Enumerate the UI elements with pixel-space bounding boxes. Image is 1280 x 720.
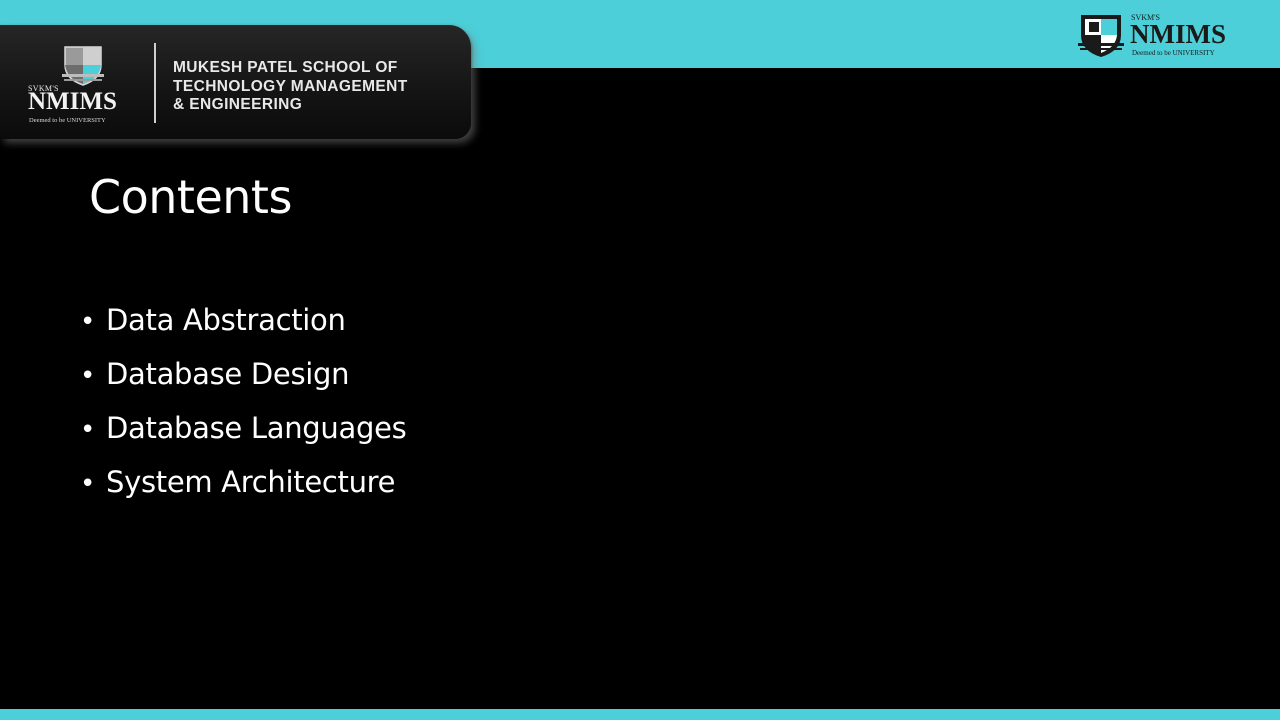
- bullet-text: Database Design: [106, 357, 350, 391]
- bullet-item: • System Architecture: [80, 460, 406, 514]
- corner-logo-wordmark: NMIMS: [1130, 19, 1226, 49]
- school-name-line: & ENGINEERING: [173, 96, 303, 113]
- bullet-text: Data Abstraction: [106, 303, 346, 337]
- bullet-dot-icon: •: [80, 307, 96, 337]
- corner-logo-tagline: Deemed to be UNIVERSITY: [1132, 49, 1215, 57]
- bullet-dot-icon: •: [80, 469, 96, 499]
- nmims-shield-emblem-icon: [62, 46, 104, 86]
- slide: SVKM'S NMIMS Deemed to be UNIVERSITY MUK…: [0, 0, 1280, 720]
- corner-nmims-logo: SVKM'S NMIMS Deemed to be UNIVERSITY: [1075, 11, 1245, 61]
- bullet-dot-icon: •: [80, 361, 96, 391]
- header-divider: [154, 43, 156, 123]
- bullet-item: • Database Design: [80, 352, 406, 406]
- bullet-item: • Database Languages: [80, 406, 407, 460]
- bullet-dot-icon: •: [80, 415, 96, 445]
- nmims-logo: SVKM'S NMIMS Deemed to be UNIVERSITY: [25, 41, 143, 127]
- school-name-line: TECHNOLOGY MANAGEMENT: [173, 77, 408, 95]
- school-header-panel: SVKM'S NMIMS Deemed to be UNIVERSITY MUK…: [0, 25, 471, 139]
- bullet-text: System Architecture: [106, 465, 396, 499]
- slide-title: Contents: [89, 170, 292, 224]
- school-name-line: MUKESH PATEL SCHOOL OF: [173, 59, 398, 76]
- school-name: MUKESH PATEL SCHOOL OF TECHNOLOGY MANAGE…: [173, 59, 408, 115]
- bottom-accent-band: [0, 709, 1280, 720]
- bullet-item: • Data Abstraction: [80, 298, 406, 352]
- bullet-list: • Data Abstraction • Database Design • Data…: [80, 298, 407, 514]
- nmims-shield-emblem-icon: [1078, 15, 1124, 57]
- logo-wordmark: NMIMS: [28, 88, 117, 115]
- bullet-text: Database Languages: [106, 411, 407, 445]
- logo-tagline: Deemed to be UNIVERSITY: [29, 117, 106, 124]
